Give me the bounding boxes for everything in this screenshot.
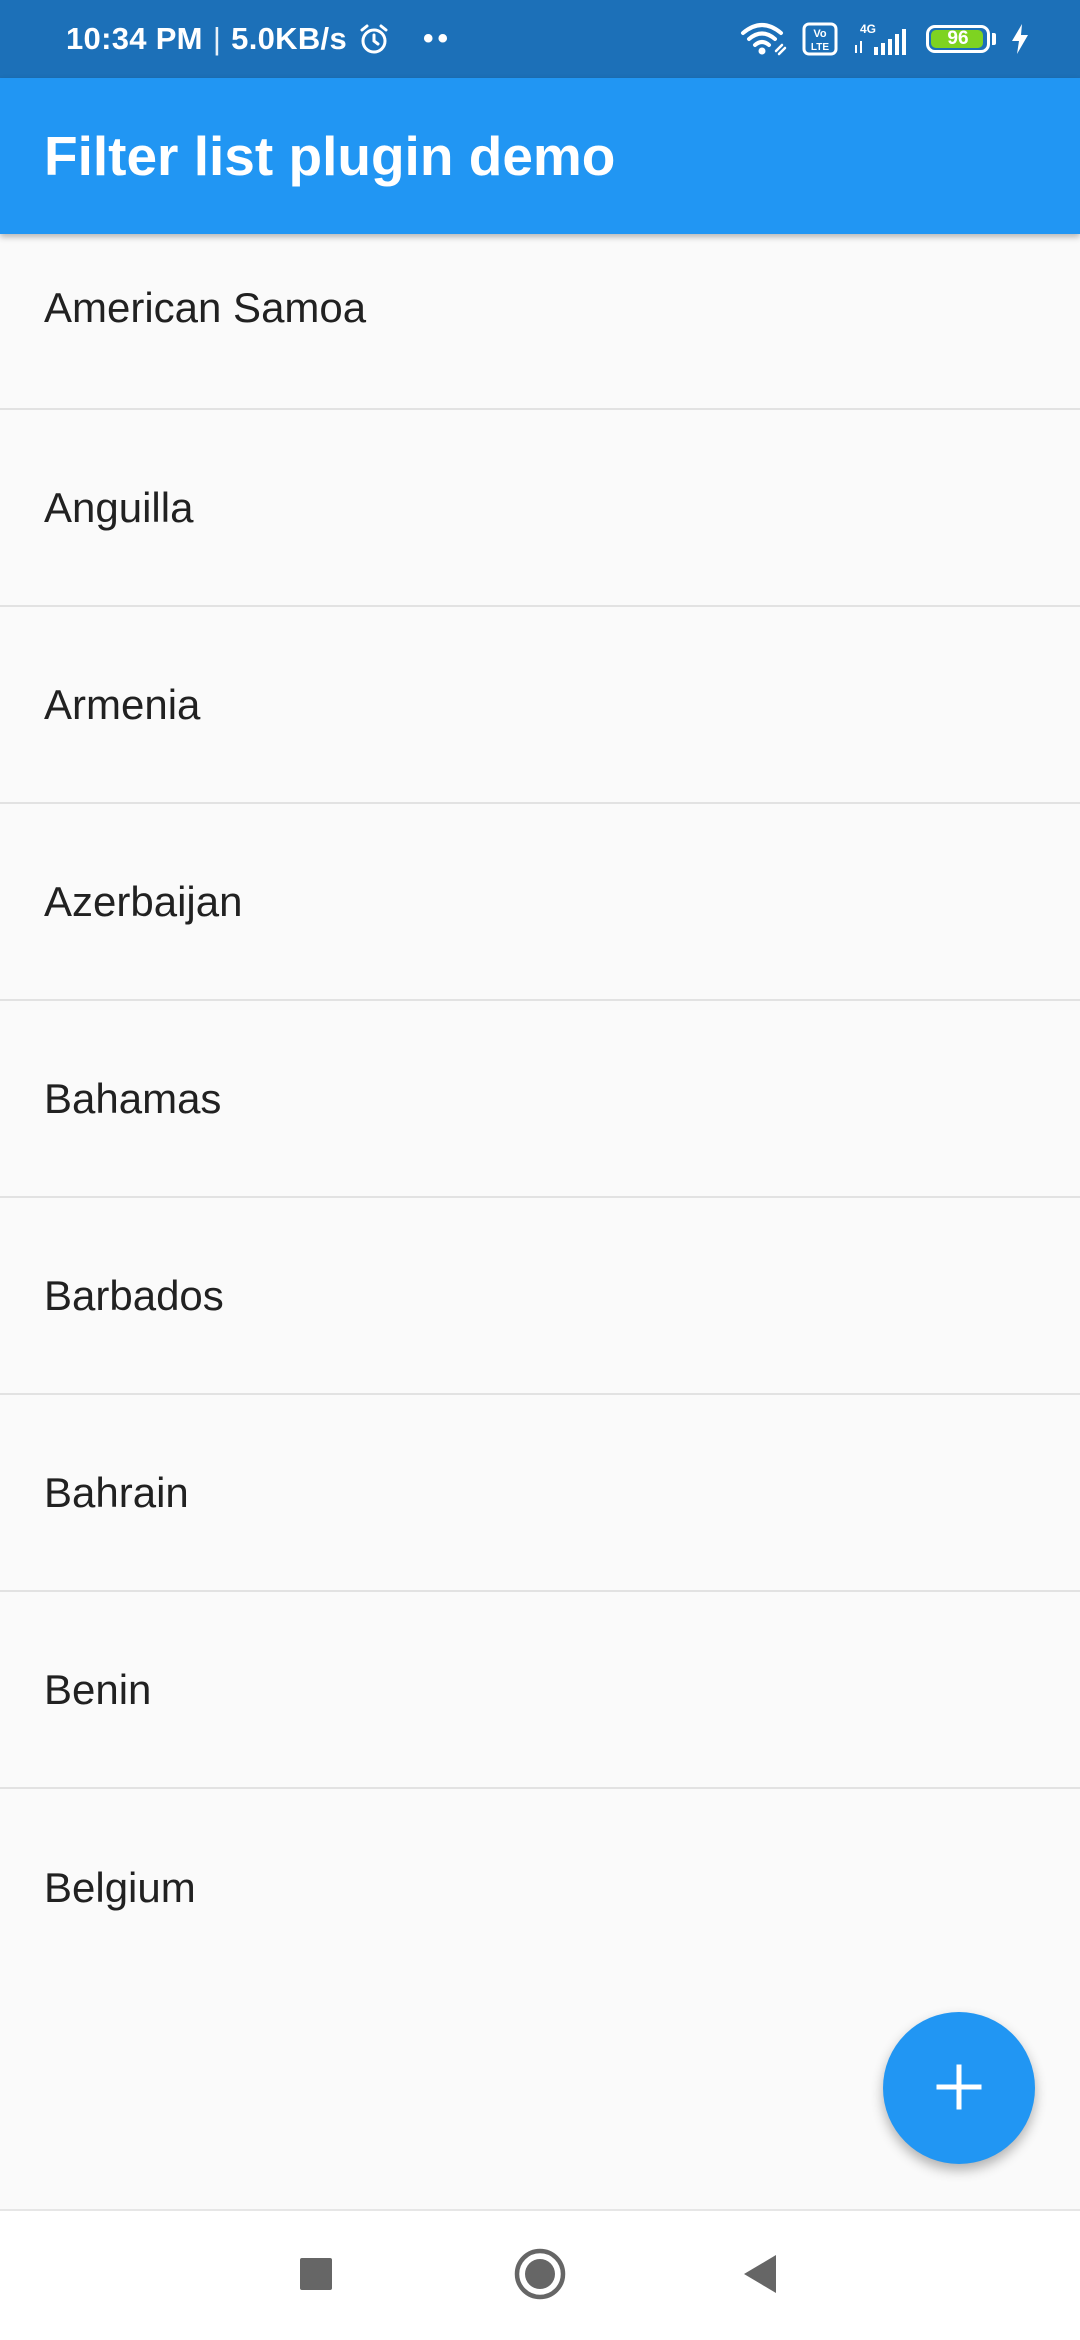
- network-speed: 5.0KB/s: [231, 21, 347, 56]
- recent-apps-icon: [299, 2257, 333, 2294]
- list-item-label: Bahrain: [44, 1468, 189, 1516]
- home-icon: [513, 2247, 567, 2304]
- list-item[interactable]: Armenia: [0, 607, 1080, 804]
- battery-tip: [992, 33, 996, 45]
- status-left: 10:34 PM | 5.0KB/s ••: [66, 21, 452, 57]
- wifi-icon: [740, 21, 788, 57]
- system-nav-bar: [0, 2209, 1080, 2340]
- back-button[interactable]: [700, 2211, 820, 2340]
- list-item[interactable]: Azerbaijan: [0, 804, 1080, 1001]
- list-item[interactable]: Anguilla: [0, 410, 1080, 607]
- status-right: Vo LTE 4G 96: [740, 21, 1030, 57]
- svg-text:LTE: LTE: [811, 42, 829, 53]
- list-item-label: Anguilla: [44, 483, 194, 531]
- screen: 10:34 PM | 5.0KB/s •• Vo LTE 4G 96 Filte…: [0, 0, 1080, 2340]
- list-item-label: Azerbaijan: [44, 877, 243, 925]
- list-item-label: Armenia: [44, 680, 201, 728]
- list-item[interactable]: Bahrain: [0, 1395, 1080, 1592]
- battery-icon: 96: [926, 25, 990, 53]
- status-time: 10:34 PM: [66, 21, 203, 56]
- list-item-label: Belgium: [44, 1863, 196, 1911]
- list-item[interactable]: American Samoa: [0, 234, 1080, 410]
- recent-apps-button[interactable]: [256, 2211, 376, 2340]
- svg-text:Vo: Vo: [813, 28, 827, 40]
- charging-icon: [1010, 23, 1030, 55]
- list-item[interactable]: Bahamas: [0, 1001, 1080, 1198]
- volte-icon: Vo LTE: [802, 22, 838, 56]
- list-item[interactable]: Belgium: [0, 1789, 1080, 1986]
- notification-dots: ••: [423, 22, 453, 55]
- list-item-label: Bahamas: [44, 1074, 222, 1122]
- svg-text:4G: 4G: [860, 22, 876, 36]
- list-item-label: Benin: [44, 1665, 152, 1713]
- list-item-label: American Samoa: [44, 284, 367, 331]
- list-item[interactable]: Benin: [0, 1592, 1080, 1789]
- back-icon: [740, 2253, 780, 2298]
- plus-icon: [935, 2063, 983, 2114]
- list-item-label: Barbados: [44, 1271, 224, 1319]
- home-button[interactable]: [480, 2211, 600, 2340]
- list-item[interactable]: Barbados: [0, 1198, 1080, 1395]
- page-title: Filter list plugin demo: [44, 125, 616, 187]
- status-separator: |: [212, 21, 222, 56]
- app-bar: Filter list plugin demo: [0, 78, 1080, 234]
- add-filter-fab[interactable]: [883, 2012, 1035, 2164]
- alarm-icon: [357, 22, 391, 56]
- battery-level: 96: [947, 28, 969, 49]
- signal-icon: 4G: [852, 21, 912, 57]
- status-bar: 10:34 PM | 5.0KB/s •• Vo LTE 4G 96: [0, 0, 1080, 78]
- country-list: American Samoa Anguilla Armenia Azerbaij…: [0, 234, 1080, 1986]
